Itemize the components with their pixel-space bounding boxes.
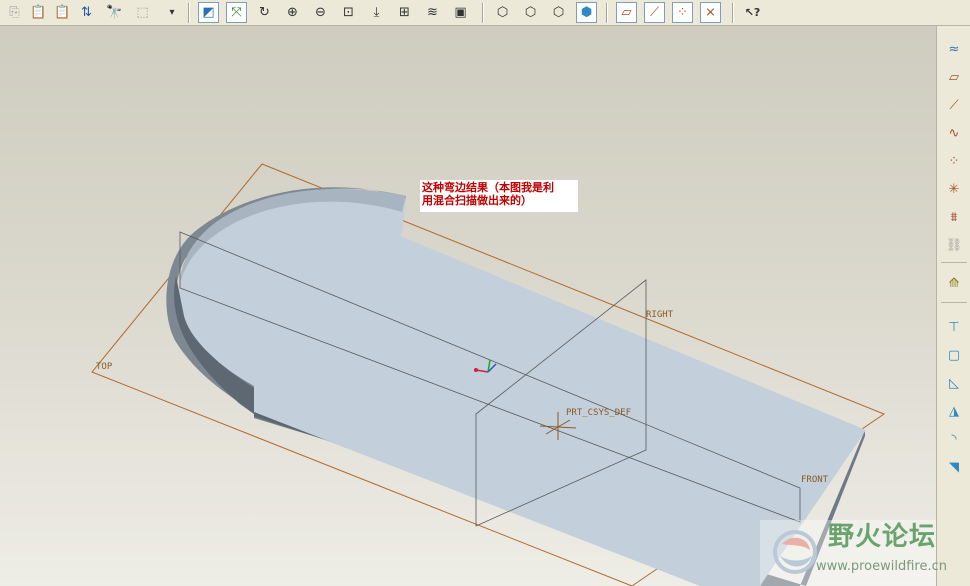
watermark-title: 野火论坛 [828,522,937,552]
datum-label-top[interactable]: TOP [96,363,112,372]
analysis-feature-icon[interactable]: ⩩ [942,206,966,228]
sketch-view-icon[interactable]: ◩ [198,2,219,23]
rib-icon[interactable]: ◮ [942,400,966,422]
find-icon[interactable]: 🔭 [104,2,125,23]
draft-icon[interactable]: ◺ [942,372,966,394]
saved-views-icon[interactable]: ⊞ [394,2,415,23]
paste-special-icon[interactable]: 📋 [52,2,73,23]
toolbar-separator [188,3,190,23]
wireframe-icon[interactable]: ⬡ [492,2,513,23]
annotation-note-line: 用混合扫描做出来的） [422,194,532,207]
model-scene [91,163,886,586]
toolbar-separator [941,302,967,303]
chamfer-icon[interactable]: ◥ [942,456,966,478]
datum-axis-display-icon[interactable]: ⟋ [644,2,665,23]
round-icon[interactable]: ◝ [942,428,966,450]
datum-axis-tool-icon[interactable]: ⟋ [942,94,966,116]
datum-point-tool-icon[interactable]: ⁘ [942,150,966,172]
graphics-viewport[interactable]: 这种弯边结果（本图我是利 用混合扫描做出来的） TOP RIGHT FRONT … [0,26,936,586]
shell-icon[interactable]: ▢ [942,344,966,366]
forum-watermark: 野火论坛 www.proewildfire.cn [760,520,947,586]
orient-mode-icon[interactable]: ↻ [254,2,275,23]
watermark-logo-icon [773,530,817,574]
no-hidden-icon[interactable]: ⬡ [548,2,569,23]
extrude-icon[interactable]: ⊤ [942,316,966,338]
zoom-in-icon[interactable]: ⊕ [282,2,303,23]
layers-icon[interactable]: ≋ [422,2,443,23]
chain-icon[interactable]: ⛓ [942,234,966,256]
csys-display-icon[interactable]: ⨯ [700,2,721,23]
datum-plane-display-icon[interactable]: ▱ [616,2,637,23]
zoom-out-icon[interactable]: ⊖ [310,2,331,23]
shading-icon[interactable]: ⬢ [576,2,597,23]
paste-icon[interactable]: 📋 [28,2,49,23]
select-box-icon[interactable]: ⬚ [132,2,153,23]
datum-label-csys[interactable]: PRT_CSYS_DEF [566,409,631,418]
dropdown-icon[interactable]: ▾ [166,2,178,23]
coordinate-system-tool-icon[interactable]: ✳ [942,178,966,200]
toolbar-separator [606,3,608,23]
datum-plane-tool-icon[interactable]: ▱ [942,66,966,88]
datum-label-front[interactable]: FRONT [801,476,828,485]
datum-point-display-icon[interactable]: ⁘ [672,2,693,23]
regenerate-icon[interactable]: ⇅ [76,2,97,23]
refit-icon[interactable]: ⊡ [338,2,359,23]
hidden-line-icon[interactable]: ⬡ [520,2,541,23]
toolbar-separator [941,262,967,263]
spin-center-icon[interactable]: ⤧ [226,2,247,23]
view-manager-icon[interactable]: ▣ [450,2,471,23]
note-icon[interactable]: ⟰ [942,272,966,294]
reorient-icon[interactable]: ⤓ [366,2,387,23]
datum-label-right[interactable]: RIGHT [646,311,673,320]
watermark-url: www.proewildfire.cn [816,559,947,574]
copy-icon[interactable]: ⎘ [4,2,25,23]
top-toolbar: ⎘ 📋 📋 ⇅ 🔭 ⬚ ▾ ◩ ⤧ ↻ ⊕ ⊖ ⊡ ⤓ ⊞ ≋ ▣ ⬡ ⬡ ⬡ … [0,0,970,26]
sketch-tool-icon[interactable]: ≈ [942,38,966,60]
toolbar-separator [732,3,734,23]
context-help-icon[interactable]: ↖? [742,2,763,23]
right-feature-toolbar: ≈ ▱ ⟋ ∿ ⁘ ✳ ⩩ ⛓ ⟰ ⊤ ▢ ◺ ◮ ◝ ◥ [936,26,970,586]
annotation-note-line: 这种弯边结果（本图我是利 [422,181,554,194]
toolbar-separator [482,3,484,23]
annotation-note: 这种弯边结果（本图我是利 用混合扫描做出来的） [420,180,578,212]
datum-curve-tool-icon[interactable]: ∿ [942,122,966,144]
